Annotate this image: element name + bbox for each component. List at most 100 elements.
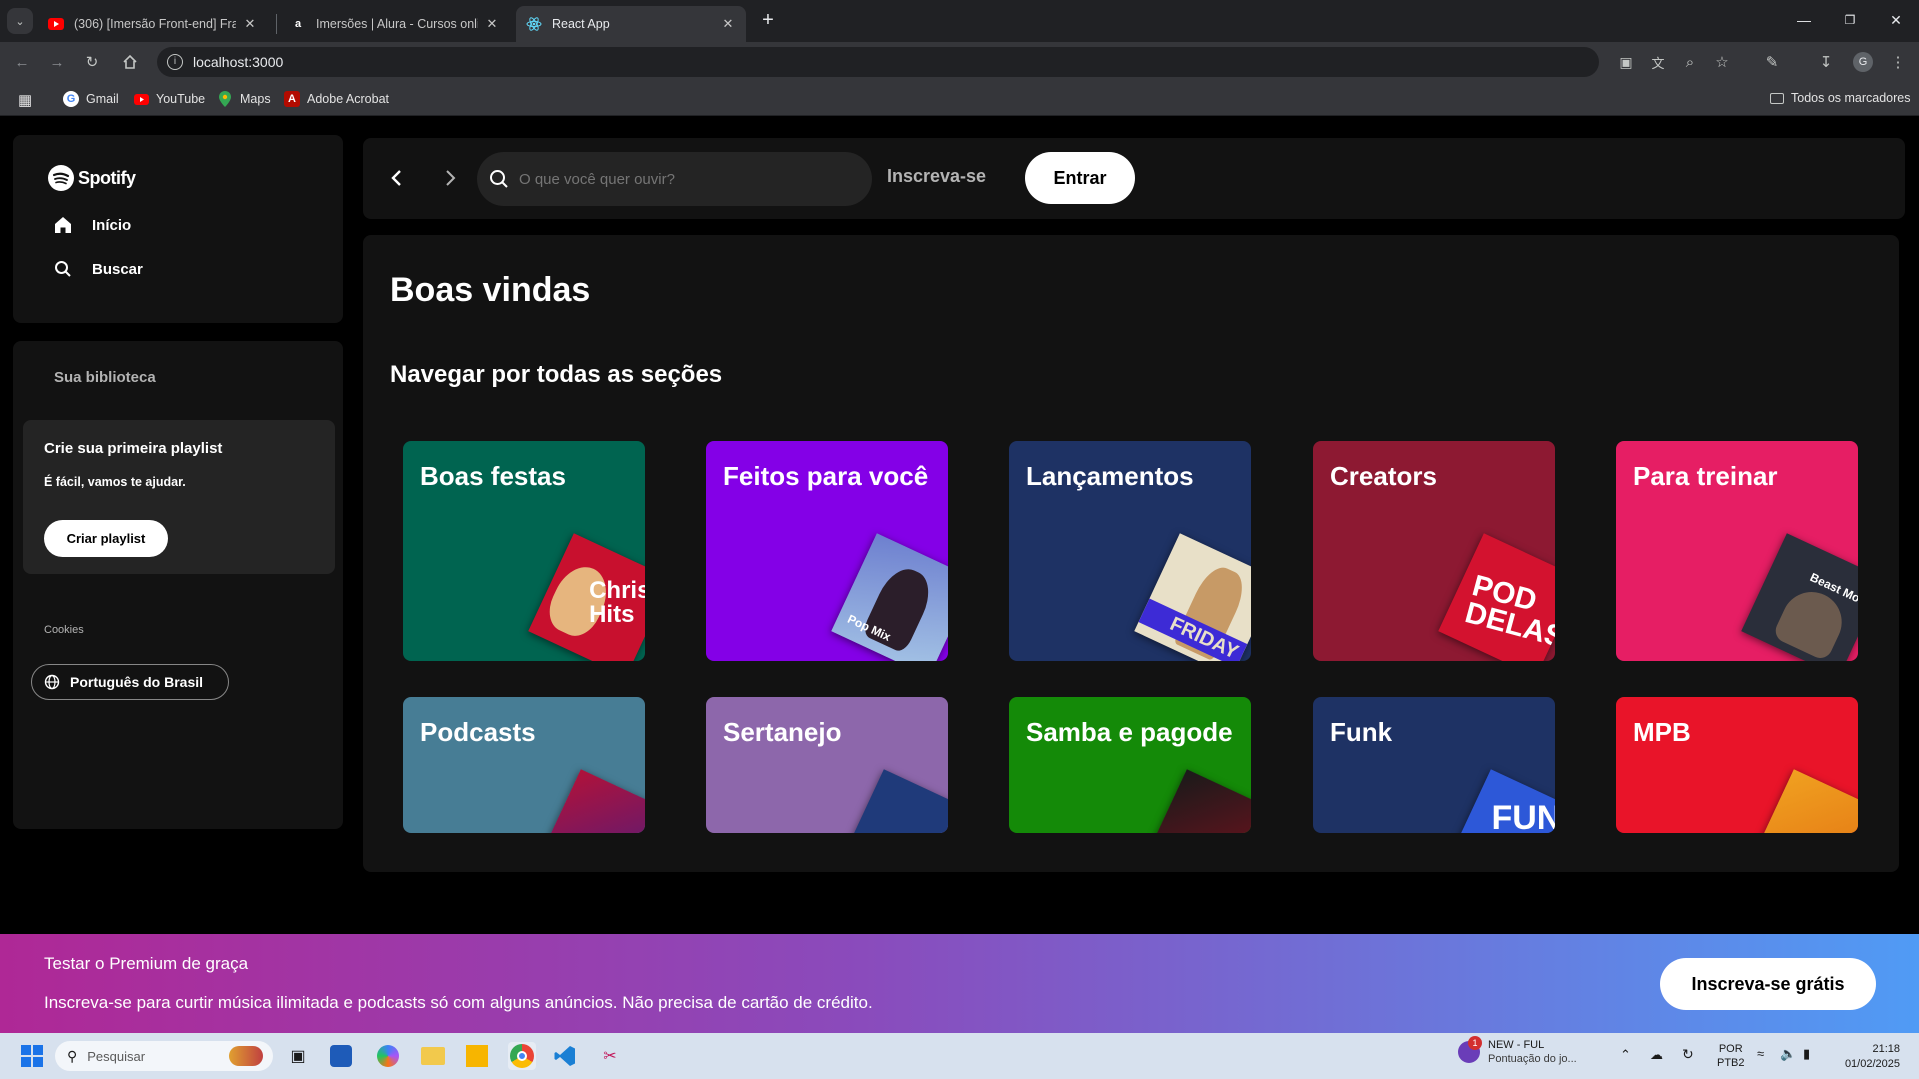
sidebar-item-buscar[interactable]: Buscar xyxy=(51,260,143,278)
maps-icon xyxy=(217,91,233,107)
notification-widget[interactable]: 1 NEW - FUL Pontuação do jo... xyxy=(1458,1036,1577,1065)
close-tab-icon[interactable]: ✕ xyxy=(242,16,258,32)
bookmark-adobe-acrobat[interactable]: A Adobe Acrobat xyxy=(284,91,389,107)
file-explorer-icon[interactable] xyxy=(419,1042,447,1070)
search-bar[interactable] xyxy=(477,152,872,206)
youtube-icon xyxy=(48,16,64,32)
taskbar-search[interactable]: ⚲ Pesquisar xyxy=(55,1041,273,1071)
category-card-lancamentos[interactable]: Lançamentos FRIDAY xyxy=(1009,441,1251,661)
forward-button[interactable]: → xyxy=(45,50,69,74)
copilot-icon[interactable] xyxy=(374,1042,402,1070)
google-icon: G xyxy=(63,91,79,107)
all-bookmarks[interactable]: Todos os marcadores xyxy=(1770,91,1911,105)
browser-tab-react-app[interactable]: React App ✕ xyxy=(516,6,746,42)
restore-button[interactable]: ❐ xyxy=(1827,0,1873,40)
reload-button[interactable]: ↻ xyxy=(80,50,104,74)
bookmarks-bar: ▦ G Gmail YouTube Maps A Adobe Acrobat T… xyxy=(0,82,1919,116)
category-card-sertanejo[interactable]: Sertanejo xyxy=(706,697,948,833)
download-icon[interactable]: ↧ xyxy=(1814,50,1838,74)
premium-banner: Testar o Premium de graça Inscreva-se pa… xyxy=(0,934,1919,1033)
tab-search-button[interactable]: ⌄ xyxy=(7,8,33,34)
category-card-mpb[interactable]: MPB xyxy=(1616,697,1858,833)
chrome-icon[interactable] xyxy=(508,1042,536,1070)
snipping-tool-icon[interactable]: ✂ xyxy=(596,1042,624,1070)
minimize-button[interactable]: — xyxy=(1781,0,1827,40)
browser-toolbar: ← → ↻ i localhost:3000 ▣ 文 ⌕ ☆ ✎ ↧ G ⋮ xyxy=(0,42,1919,82)
new-tab-button[interactable]: + xyxy=(756,8,780,32)
menu-kebab-icon[interactable]: ⋮ xyxy=(1886,50,1910,74)
browser-tab-youtube[interactable]: (306) [Imersão Front-end] Fram ✕ xyxy=(38,6,268,42)
create-playlist-button[interactable]: Criar playlist xyxy=(44,520,168,557)
search-icon xyxy=(490,170,508,188)
profile-avatar[interactable]: G xyxy=(1851,50,1875,74)
refresh-tray-icon[interactable]: ↻ xyxy=(1682,1046,1694,1063)
forward-arrow-button[interactable] xyxy=(436,163,466,193)
cookies-link[interactable]: Cookies xyxy=(44,624,84,636)
bookmark-maps[interactable]: Maps xyxy=(217,91,271,107)
login-button[interactable]: Entrar xyxy=(1025,152,1135,204)
sidebar-item-inicio[interactable]: Início xyxy=(51,215,131,235)
vscode-icon[interactable] xyxy=(551,1042,579,1070)
site-info-icon[interactable]: i xyxy=(167,54,183,70)
battery-icon[interactable]: ▮ xyxy=(1803,1046,1810,1062)
create-playlist-title: Crie sua primeira playlist xyxy=(44,440,223,457)
close-window-button[interactable]: ✕ xyxy=(1873,0,1919,40)
bookmark-gmail[interactable]: G Gmail xyxy=(63,91,119,107)
windows-start-icon[interactable] xyxy=(18,1042,46,1070)
browser-tab-bar: ⌄ (306) [Imersão Front-end] Fram ✕ a Ime… xyxy=(0,0,1919,42)
spotify-app: Spotify Início Buscar Sua biblioteca Cri… xyxy=(0,117,1919,934)
close-tab-icon[interactable]: ✕ xyxy=(484,16,500,32)
category-card-para-treinar[interactable]: Para treinar Beast Mode xyxy=(1616,441,1858,661)
bookmark-star-icon[interactable]: ☆ xyxy=(1710,50,1734,74)
signup-free-button[interactable]: Inscreva-se grátis xyxy=(1660,958,1876,1010)
install-app-icon[interactable]: ▣ xyxy=(1614,50,1638,74)
search-icon: ⚲ xyxy=(67,1047,78,1064)
translate-icon[interactable]: 文 xyxy=(1646,50,1670,74)
cloud-sync-icon[interactable]: ☁ xyxy=(1650,1047,1663,1063)
address-url[interactable]: localhost:3000 xyxy=(193,54,283,70)
microsoft-store-icon[interactable] xyxy=(330,1045,352,1067)
category-card-funk[interactable]: Funk FUN xyxy=(1313,697,1555,833)
category-cover-image: POD DELAS xyxy=(1438,533,1555,661)
close-tab-icon[interactable]: ✕ xyxy=(720,16,736,32)
task-view-icon[interactable]: ▣ xyxy=(284,1042,312,1070)
windows-taskbar: ⚲ Pesquisar ▣ ✂ 1 NEW - FUL Pontuação do… xyxy=(0,1033,1919,1079)
language-button[interactable]: Português do Brasil xyxy=(31,664,229,700)
folder-icon xyxy=(1770,92,1784,104)
apps-grid-icon[interactable]: ▦ xyxy=(18,91,32,109)
home-button[interactable] xyxy=(118,50,142,74)
banner-subtitle: Inscreva-se para curtir música ilimitada… xyxy=(44,993,873,1012)
address-bar[interactable]: i localhost:3000 xyxy=(157,47,1599,77)
category-cover-image xyxy=(535,769,645,833)
bookmark-youtube[interactable]: YouTube xyxy=(133,91,205,107)
globe-icon xyxy=(44,674,60,690)
create-playlist-subtitle: É fácil, vamos te ajudar. xyxy=(44,475,186,489)
spotify-logo[interactable]: Spotify xyxy=(48,165,136,191)
chevron-right-icon xyxy=(446,170,456,186)
zoom-icon[interactable]: ⌕ xyxy=(1678,50,1702,74)
category-card-boas-festas[interactable]: Boas festas Christmas Hits xyxy=(403,441,645,661)
file-manager-icon[interactable] xyxy=(463,1042,491,1070)
clock[interactable]: 21:18 01/02/2025 xyxy=(1834,1042,1900,1072)
app-icon: 1 xyxy=(1458,1036,1482,1063)
wifi-icon[interactable]: ≈ xyxy=(1757,1046,1764,1061)
react-icon xyxy=(526,16,542,32)
acrobat-icon: A xyxy=(284,91,300,107)
category-card-podcasts[interactable]: Podcasts xyxy=(403,697,645,833)
chevron-up-icon[interactable]: ⌃ xyxy=(1620,1047,1631,1063)
back-button[interactable]: ← xyxy=(10,50,34,74)
language-indicator[interactable]: POR PTB2 xyxy=(1717,1042,1745,1070)
back-arrow-button[interactable] xyxy=(381,163,411,193)
category-card-feitos-para-voce[interactable]: Feitos para você Pop Mix xyxy=(706,441,948,661)
sidebar-library: Sua biblioteca Crie sua primeira playlis… xyxy=(13,341,343,829)
alura-icon: a xyxy=(294,18,302,30)
search-input[interactable] xyxy=(519,164,849,194)
category-card-samba-e-pagode[interactable]: Samba e pagode xyxy=(1009,697,1251,833)
category-card-creators[interactable]: Creators POD DELAS xyxy=(1313,441,1555,661)
volume-icon[interactable]: 🔈 xyxy=(1780,1046,1796,1062)
signup-link[interactable]: Inscreva-se xyxy=(887,166,986,187)
category-cover-image xyxy=(1141,769,1251,833)
library-title[interactable]: Sua biblioteca xyxy=(54,369,156,386)
extensions-icon[interactable]: ✎ xyxy=(1760,50,1784,74)
browser-tab-alura[interactable]: a Imersões | Alura - Cursos online ✕ xyxy=(280,6,510,42)
